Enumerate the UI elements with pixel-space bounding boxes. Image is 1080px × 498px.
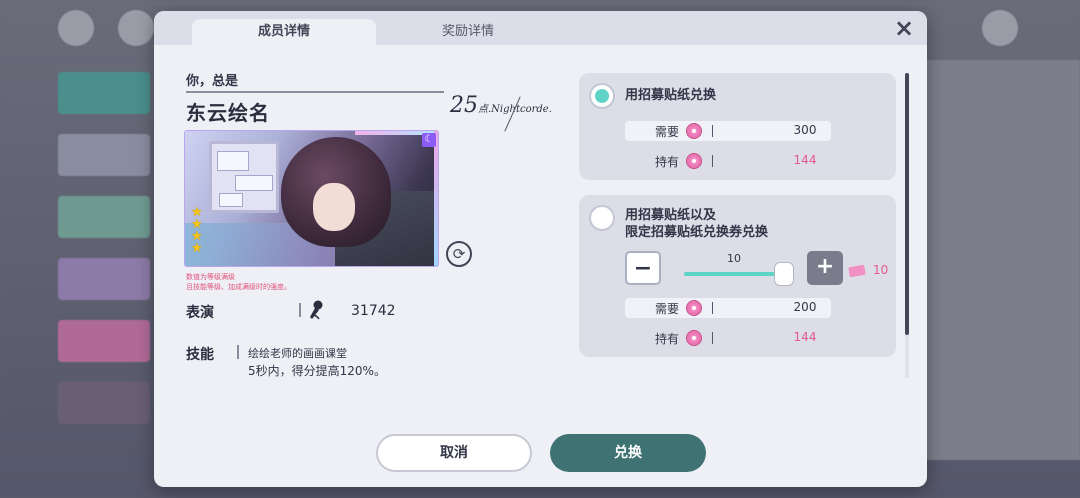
performance-label: 表演 <box>186 305 214 321</box>
art-monitor <box>209 141 279 213</box>
need-value: 200 <box>793 300 817 314</box>
need-value: 300 <box>793 123 817 137</box>
sticker-coin-icon <box>687 331 701 345</box>
unit-logo-number: 25 <box>450 93 478 118</box>
skill-name: 绘绘老师的画画课堂 <box>248 347 347 360</box>
ticket-icon <box>848 264 866 278</box>
title-divider <box>186 91 444 93</box>
close-icon[interactable]: × <box>891 16 917 42</box>
skill-description: 5秒内，得分提高120%。 <box>248 364 386 378</box>
background-back-button <box>58 10 94 46</box>
stat-note-line2: 且技能等级、加成满级时的强度。 <box>186 283 291 291</box>
scrollbar[interactable] <box>905 73 909 378</box>
row-divider <box>712 302 713 314</box>
have-label: 持有 <box>655 332 680 346</box>
skill-divider <box>237 345 239 359</box>
stat-note: 数值为等级满级 且技能等级、加成满级时的强度。 <box>186 272 291 292</box>
attribute-moon-icon: ☾ <box>422 133 436 147</box>
have-value: 144 <box>793 153 817 167</box>
background-side-panel <box>920 60 1080 460</box>
tab-bar: 成员详情 奖励详情 × <box>154 11 927 45</box>
sticker-coin-icon <box>687 301 701 315</box>
ticket-count: 10 <box>873 263 889 277</box>
sticker-coin-icon <box>687 124 701 138</box>
tab-member-details[interactable]: 成员详情 <box>192 19 376 45</box>
need-label: 需要 <box>655 125 680 139</box>
rarity-stars: ★ ★ ★ ★ <box>191 206 203 256</box>
microphone-icon <box>310 300 323 320</box>
star-icon: ★ <box>191 241 203 256</box>
background-gacha-banner <box>58 196 150 238</box>
character-name: 东云绘名 <box>186 101 270 125</box>
increase-button[interactable]: + <box>807 251 843 285</box>
quantity-slider[interactable] <box>684 263 793 285</box>
background-gacha-banner <box>58 320 150 362</box>
slider-thumb[interactable] <box>775 263 793 285</box>
option-radio[interactable] <box>589 205 615 231</box>
have-row: 持有 144 <box>625 328 831 348</box>
option-title-line1: 用招募贴纸以及 <box>625 208 717 223</box>
background-gacha-banner <box>58 382 150 424</box>
decrease-button[interactable]: − <box>625 251 661 285</box>
cancel-button[interactable]: 取消 <box>376 434 532 472</box>
option-title-line2: 限定招募贴纸兑换券兑换 <box>625 225 769 240</box>
performance-divider <box>299 303 301 317</box>
need-row: 需要 200 <box>625 298 831 318</box>
option-title: 用招募贴纸以及 限定招募贴纸兑换券兑换 <box>625 207 768 241</box>
option-sticker-ticket-exchange[interactable]: 用招募贴纸以及 限定招募贴纸兑换券兑换 − 10 + 10 需要 200 持有 … <box>579 195 896 357</box>
skill-label: 技能 <box>186 347 214 363</box>
background-menu-button <box>982 10 1018 46</box>
need-row: 需要 300 <box>625 121 831 141</box>
card-frame-right <box>434 131 438 266</box>
row-divider <box>712 125 713 137</box>
background-gacha-banner <box>58 72 150 114</box>
row-divider <box>712 332 713 344</box>
refresh-icon[interactable]: ⟳ <box>446 241 472 267</box>
scrollbar-thumb[interactable] <box>905 73 909 335</box>
stat-note-line1: 数值为等级满级 <box>186 273 235 281</box>
have-row: 持有 144 <box>625 151 831 171</box>
performance-value: 31742 <box>351 303 396 319</box>
have-label: 持有 <box>655 155 680 169</box>
unit-logo: 25点.Nightcorde. <box>450 93 552 118</box>
exchange-button[interactable]: 兑换 <box>550 434 706 472</box>
option-title: 用招募贴纸兑换 <box>625 88 717 103</box>
card-title: 你，总是 <box>186 74 239 89</box>
slider-fill <box>684 272 784 276</box>
background-info-button <box>118 10 154 46</box>
slider-value: 10 <box>727 252 741 265</box>
art-character-face <box>313 183 355 231</box>
option-radio[interactable] <box>589 83 615 109</box>
row-divider <box>712 155 713 167</box>
background-gacha-banner <box>58 258 150 300</box>
card-illustration[interactable]: ☾ ★ ★ ★ ★ <box>185 131 438 266</box>
sticker-coin-icon <box>687 154 701 168</box>
background-gacha-banner <box>58 134 150 176</box>
exchange-dialog: 成员详情 奖励详情 × 你，总是 东云绘名 25点.Nightcorde. ☾ … <box>154 11 927 487</box>
option-sticker-exchange[interactable]: 用招募贴纸兑换 需要 300 持有 144 <box>579 73 896 180</box>
have-value: 144 <box>793 330 817 344</box>
need-label: 需要 <box>655 302 680 316</box>
tab-reward-details[interactable]: 奖励详情 <box>376 19 560 45</box>
